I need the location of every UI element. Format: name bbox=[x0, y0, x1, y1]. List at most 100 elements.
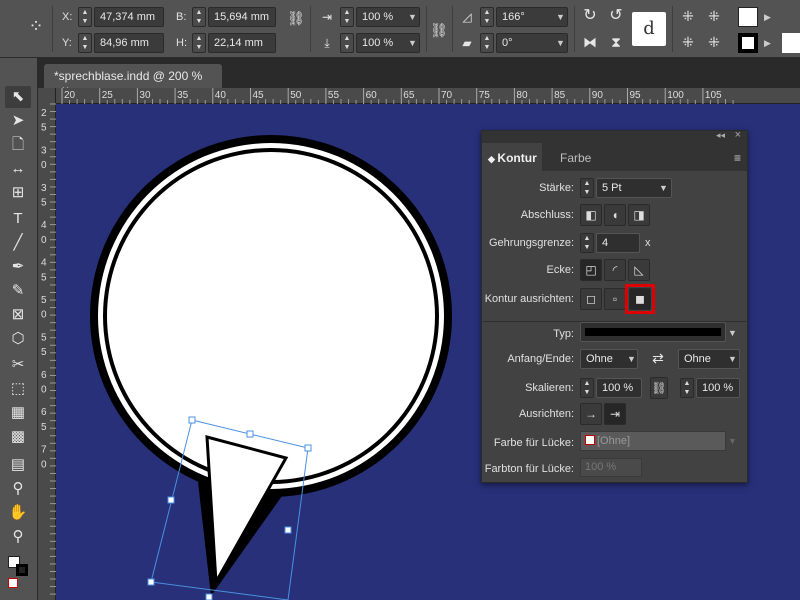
ruler-tick-label: 100 bbox=[667, 90, 684, 101]
tab-kontur[interactable]: ◆ Kontur bbox=[482, 143, 542, 171]
gradient-swatch-tool-icon[interactable]: ▦ bbox=[5, 402, 31, 424]
h-field[interactable]: 22,14 mm bbox=[208, 33, 276, 53]
apply-none-swatch[interactable] bbox=[8, 578, 18, 588]
chevron-down-icon[interactable]: ▼ bbox=[556, 38, 565, 48]
fill-swatch[interactable] bbox=[738, 7, 758, 27]
eyedropper-tool-icon[interactable]: ⚲ bbox=[5, 478, 31, 500]
free-transform-tool-icon[interactable]: ⬚ bbox=[5, 378, 31, 400]
stroke-color-swatch[interactable] bbox=[16, 564, 28, 576]
chevron-down-icon[interactable]: ▼ bbox=[627, 354, 636, 364]
butt-cap-icon[interactable]: ◧ bbox=[580, 204, 602, 226]
swap-start-end-icon[interactable]: ⇄ bbox=[648, 348, 668, 368]
chevron-down-icon[interactable]: ▼ bbox=[659, 183, 668, 193]
rectangle-frame-tool-icon[interactable]: ⊠ bbox=[5, 304, 31, 326]
chevron-down-icon[interactable]: ▼ bbox=[728, 328, 737, 338]
constrain-proportions-icon[interactable]: ⛓ bbox=[286, 8, 306, 28]
chevron-right-icon[interactable]: ▶ bbox=[764, 38, 771, 49]
pencil-tool-icon[interactable]: ✎ bbox=[5, 280, 31, 302]
ruler-tick-label: 5 bbox=[41, 422, 47, 433]
projecting-cap-icon[interactable]: ◨ bbox=[628, 204, 650, 226]
horizontal-ruler[interactable]: 20 25 30 35 40 45 50 55 60 65 70 75 80 85 90 95 100 105 bbox=[56, 88, 800, 104]
chevron-down-icon[interactable]: ▼ bbox=[408, 38, 417, 48]
collapse-panel-icon[interactable]: ◂◂ bbox=[716, 130, 725, 141]
ruler-tick-label: 60 bbox=[366, 90, 378, 101]
align-outside-icon[interactable]: ◼ bbox=[629, 288, 651, 310]
rotate-ccw-icon[interactable]: ↺ bbox=[606, 6, 626, 26]
gradient-feather-tool-icon[interactable]: ▩ bbox=[5, 426, 31, 448]
b-field[interactable]: 15,694 mm bbox=[208, 7, 276, 27]
bevel-join-icon[interactable]: ◺ bbox=[628, 259, 650, 281]
round-join-icon[interactable]: ◜ bbox=[604, 259, 626, 281]
document-tab[interactable]: *sprechblase.indd @ 200 % × bbox=[44, 64, 222, 97]
hand-tool-icon[interactable]: ✋ bbox=[5, 502, 31, 524]
ecke-label: Ecke: bbox=[546, 264, 574, 276]
scale-y-icon: ⤓ bbox=[324, 36, 330, 50]
vertical-ruler[interactable]: 2 5 3 0 3 5 4 0 4 5 5 0 5 5 6 0 6 5 7 0 bbox=[38, 88, 56, 600]
reference-point-icon[interactable]: ⁘ bbox=[24, 16, 48, 40]
orientation-icon[interactable]: d bbox=[632, 12, 666, 46]
stroke-weight-preview[interactable] bbox=[782, 33, 800, 53]
content-collector-icon[interactable]: ⊞ bbox=[5, 182, 31, 204]
close-panel-icon[interactable]: × bbox=[735, 129, 741, 141]
rotation-spinner[interactable]: ▲ ▼ bbox=[480, 7, 494, 27]
select-previous-icon[interactable]: ⁜ bbox=[678, 32, 698, 52]
ruler-tick-label: 55 bbox=[328, 90, 340, 101]
y-label: Y: bbox=[62, 37, 72, 49]
round-cap-icon[interactable]: ◖ bbox=[604, 204, 626, 226]
shear-spinner[interactable]: ▲ ▼ bbox=[480, 33, 494, 53]
rotate-cw-icon[interactable]: ↻ bbox=[580, 6, 600, 26]
typ-dropdown[interactable] bbox=[580, 322, 726, 342]
stroke-swatch[interactable] bbox=[738, 33, 758, 53]
direct-selection-tool-icon[interactable]: ➤ bbox=[5, 110, 31, 132]
select-content-icon[interactable]: ⁜ bbox=[704, 6, 724, 26]
chevron-down-icon[interactable]: ▼ bbox=[556, 12, 565, 22]
line-tool-icon[interactable]: ╱ bbox=[5, 232, 31, 254]
gehrung-field[interactable]: 4 bbox=[596, 233, 640, 253]
arrow-place-icon[interactable]: ⇥ bbox=[604, 403, 626, 425]
ruler-tick-label: 35 bbox=[177, 90, 189, 101]
ruler-tick-label: 25 bbox=[102, 90, 114, 101]
x-label: X: bbox=[62, 11, 73, 23]
align-center-icon[interactable]: ◻ bbox=[580, 288, 602, 310]
gehrung-spinner[interactable]: ▲ ▼ bbox=[580, 233, 594, 253]
b-spinner[interactable]: ▲ ▼ bbox=[192, 7, 206, 27]
y-spinner[interactable]: ▲ ▼ bbox=[78, 33, 92, 53]
polygon-tool-icon[interactable]: ⬡ bbox=[5, 328, 31, 350]
note-tool-icon[interactable]: ▤ bbox=[5, 454, 31, 476]
arrow-extend-icon[interactable]: → bbox=[580, 403, 602, 425]
chevron-right-icon[interactable]: ▶ bbox=[764, 12, 771, 23]
skal-1-field[interactable]: 100 % bbox=[596, 378, 642, 398]
flip-horizontal-icon[interactable]: ⧓ bbox=[580, 32, 600, 52]
link-scale-icon[interactable]: ⛓ bbox=[650, 377, 668, 399]
y-field[interactable]: 84,96 mm bbox=[94, 33, 164, 53]
selection-tool-icon[interactable]: ⬉ bbox=[5, 86, 31, 108]
x-field[interactable]: 47,374 mm bbox=[94, 7, 164, 27]
select-next-icon[interactable]: ⁜ bbox=[704, 32, 724, 52]
skal-2-field[interactable]: 100 % bbox=[696, 378, 740, 398]
scale-x-spinner[interactable]: ▲ ▼ bbox=[340, 7, 354, 27]
panel-menu-icon[interactable]: ≡ bbox=[734, 151, 741, 165]
gehrung-label: Gehrungsgrenze: bbox=[489, 237, 574, 249]
align-inside-icon[interactable]: ▫ bbox=[604, 288, 626, 310]
h-spinner[interactable]: ▲ ▼ bbox=[192, 33, 206, 53]
x-spinner[interactable]: ▲ ▼ bbox=[78, 7, 92, 27]
skalieren-label: Skalieren: bbox=[525, 382, 574, 394]
select-container-icon[interactable]: ⁜ bbox=[678, 6, 698, 26]
staerke-spinner[interactable]: ▲ ▼ bbox=[580, 178, 594, 198]
flip-vertical-icon[interactable]: ⧗ bbox=[606, 32, 626, 52]
ruler-tick-label: 50 bbox=[290, 90, 302, 101]
pen-tool-icon[interactable]: ✒ bbox=[5, 256, 31, 278]
chevron-down-icon[interactable]: ▼ bbox=[408, 12, 417, 22]
link-scale-icon[interactable]: ⛓ bbox=[430, 20, 448, 40]
miter-join-icon[interactable]: ◰ bbox=[580, 259, 602, 281]
zoom-tool-icon[interactable]: ⚲ bbox=[5, 526, 31, 548]
gap-tool-icon[interactable]: ↔ bbox=[5, 158, 31, 180]
type-tool-icon[interactable]: T bbox=[5, 208, 31, 230]
tab-farbe[interactable]: Farbe bbox=[550, 143, 601, 171]
chevron-down-icon[interactable]: ▼ bbox=[728, 354, 737, 364]
scale-y-spinner[interactable]: ▲ ▼ bbox=[340, 33, 354, 53]
page-tool-icon[interactable]: 🗋 bbox=[5, 134, 31, 156]
skal-2-spinner[interactable]: ▲ ▼ bbox=[680, 378, 694, 398]
skal-1-spinner[interactable]: ▲ ▼ bbox=[580, 378, 594, 398]
scissors-tool-icon[interactable]: ✂ bbox=[5, 354, 31, 376]
